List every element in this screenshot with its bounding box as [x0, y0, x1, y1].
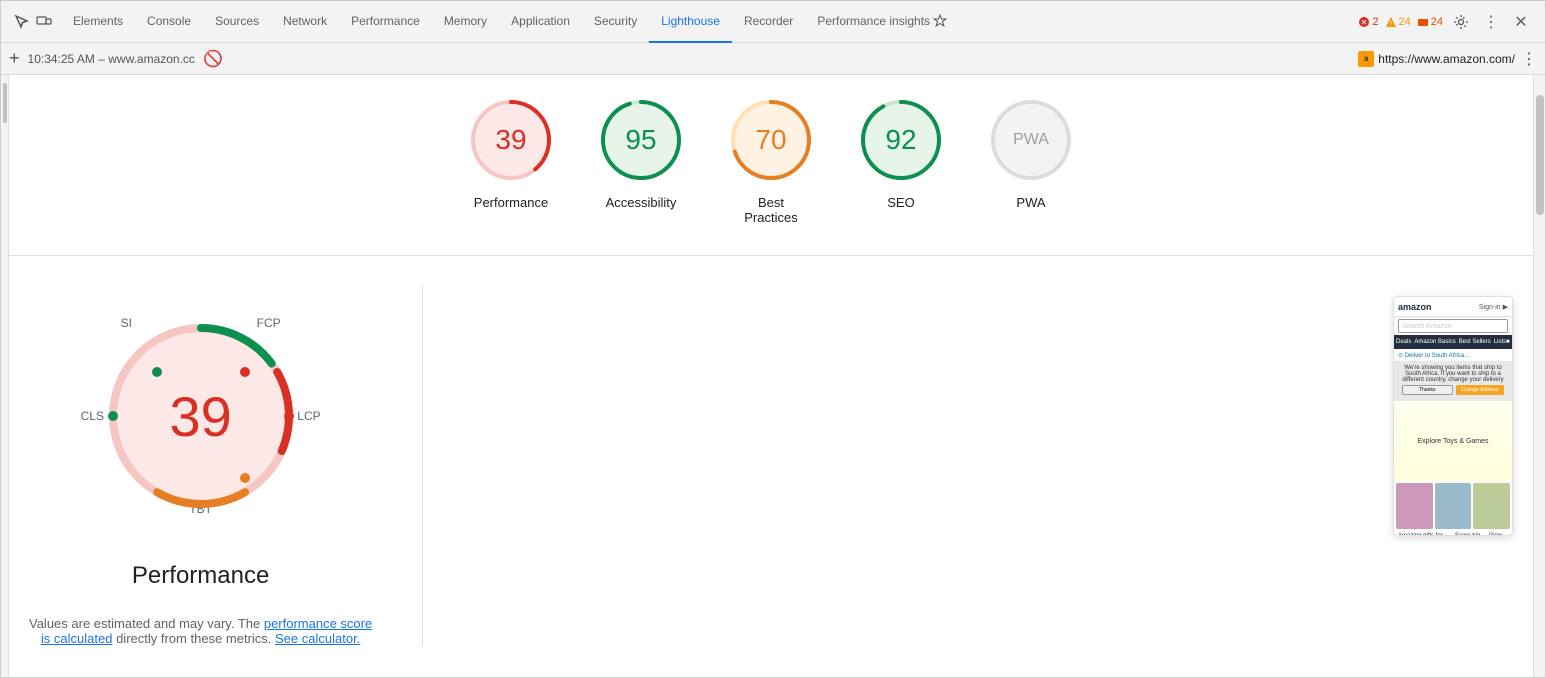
tab-performance-insights[interactable]: Performance insights	[805, 1, 959, 43]
tab-recorder[interactable]: Recorder	[732, 1, 805, 43]
screenshot-amazon-logo: amazon	[1398, 302, 1432, 312]
performance-label: Performance	[474, 195, 548, 210]
screenshot-search: Search Amazon	[1398, 319, 1508, 333]
block-icon[interactable]: 🚫	[203, 49, 223, 69]
right-scrollbar[interactable]	[1533, 75, 1545, 677]
settings-button[interactable]	[1449, 10, 1473, 34]
tab-sources[interactable]: Sources	[203, 1, 271, 43]
scores-row: 39 Performance 95 Accessibility	[9, 75, 1533, 255]
seo-circle: 92	[856, 95, 946, 185]
tab-application[interactable]: Application	[499, 1, 582, 43]
device-icon[interactable]	[35, 13, 53, 31]
seo-score: 92	[885, 124, 916, 156]
score-seo: 92 SEO	[856, 95, 946, 225]
perf-detail: SI FCP LCP TBT CLS	[9, 256, 1533, 676]
toolbar: Elements Console Sources Network Perform…	[1, 1, 1545, 43]
performance-score: 39	[495, 124, 526, 156]
footer-text: Values are estimated and may vary. The p…	[29, 616, 372, 646]
best-practices-label: BestPractices	[744, 195, 797, 225]
perf-title: Performance	[132, 562, 269, 590]
left-scrollbar[interactable]	[1, 75, 9, 677]
close-button[interactable]: ✕	[1509, 10, 1533, 34]
info-badge[interactable]: 24	[1417, 16, 1443, 28]
main-area: 39 Performance 95 Accessibility	[1, 75, 1545, 677]
more-url-button[interactable]: ⋮	[1521, 49, 1537, 69]
svg-text:!: !	[1390, 20, 1392, 27]
pwa-label: PWA	[1016, 195, 1045, 210]
score-performance: 39 Performance	[466, 95, 556, 225]
calculator-link[interactable]: See calculator.	[275, 631, 360, 646]
tab-security[interactable]: Security	[582, 1, 649, 43]
accessibility-label: Accessibility	[606, 195, 677, 210]
tab-performance[interactable]: Performance	[339, 1, 432, 43]
lighthouse-panel[interactable]: 39 Performance 95 Accessibility	[9, 75, 1533, 677]
score-best-practices: 70 BestPractices	[726, 95, 816, 225]
gauge-score: 39	[169, 384, 231, 449]
badge-area: ✕ 2 ! 24 24 ⋮ ✕	[1358, 10, 1541, 34]
more-button[interactable]: ⋮	[1479, 10, 1503, 34]
cursor-icon[interactable]	[13, 13, 31, 31]
screenshot-signin: Sign-in ▶	[1479, 303, 1508, 311]
gauge-circle: 39	[101, 316, 301, 516]
tab-network[interactable]: Network	[271, 1, 339, 43]
svg-text:✕: ✕	[1361, 18, 1368, 27]
timestamp: 10:34:25 AM – www.amazon.cc	[28, 52, 195, 66]
seo-label: SEO	[887, 195, 914, 210]
metric-lcp: LCP	[297, 409, 320, 423]
score-pwa: PWA PWA	[986, 95, 1076, 225]
score-accessibility: 95 Accessibility	[596, 95, 686, 225]
tab-console[interactable]: Console	[135, 1, 203, 43]
devtools-frame: Elements Console Sources Network Perform…	[0, 0, 1546, 678]
addressbar: + 10:34:25 AM – www.amazon.cc 🚫 a https:…	[1, 43, 1545, 75]
performance-circle: 39	[466, 95, 556, 185]
screenshot-nav: Deals Amazon Basics Best Sellers Lists■	[1394, 335, 1512, 349]
screenshot-bottom-text: Amazing gifts for every Dad Score big de…	[1394, 531, 1512, 536]
accessibility-circle: 95	[596, 95, 686, 185]
tab-elements[interactable]: Elements	[61, 1, 135, 43]
toolbar-icons	[5, 13, 61, 31]
accessibility-score: 95	[625, 124, 656, 156]
website-screenshot: amazon Sign-in ▶ Search Amazon Deals Ama…	[1393, 296, 1513, 536]
pwa-score: PWA	[1013, 131, 1049, 149]
warning-badge[interactable]: ! 24	[1385, 16, 1411, 28]
screenshot-promo: Explore Toys & Games	[1394, 401, 1512, 481]
screenshot-deliver: ⊙ Deliver to South Africa...	[1394, 349, 1512, 361]
scrollbar-thumb[interactable]	[1536, 95, 1544, 215]
gauge-with-labels: SI FCP LCP TBT CLS	[61, 286, 341, 546]
amazon-icon: a	[1358, 51, 1374, 67]
new-tab-button[interactable]: +	[9, 48, 20, 69]
error-badge[interactable]: ✕ 2	[1358, 16, 1378, 28]
best-practices-circle: 70	[726, 95, 816, 185]
screenshot-banner: We're showing you items that ship to Sou…	[1394, 361, 1512, 401]
tab-memory[interactable]: Memory	[432, 1, 499, 43]
pwa-circle: PWA	[986, 95, 1076, 185]
screenshot-thumbnails	[1394, 481, 1512, 531]
tab-lighthouse[interactable]: Lighthouse	[649, 1, 732, 43]
screenshot-section: amazon Sign-in ▶ Search Amazon Deals Ama…	[473, 286, 1513, 536]
gauge-section: SI FCP LCP TBT CLS	[29, 286, 372, 646]
url-bar: a https://www.amazon.com/	[1358, 51, 1515, 67]
url-text: https://www.amazon.com/	[1378, 52, 1515, 66]
best-practices-score: 70	[755, 124, 786, 156]
vertical-divider	[422, 286, 423, 646]
